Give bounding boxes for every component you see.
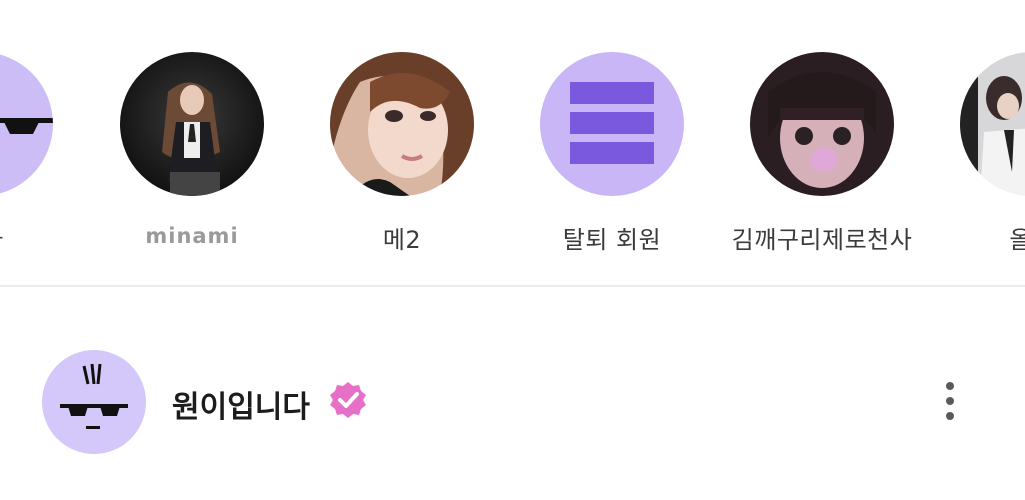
photo-avatar-icon [960, 52, 1025, 196]
story-item-kimkkaeguri[interactable]: 김깨구리제로천사 [732, 52, 912, 254]
story-item-me2[interactable]: 메2 [329, 52, 475, 254]
story-item-minami[interactable]: minami [119, 52, 265, 248]
username[interactable]: 원이입니다 [172, 382, 310, 426]
story-item-nida[interactable]: 니다 [0, 52, 54, 254]
app-screen: 니다 minami [0, 0, 1025, 500]
photo-avatar-icon [750, 52, 894, 196]
story-avatar [120, 52, 264, 196]
story-label: 탈퇴 회원 [562, 226, 662, 254]
story-label: 메2 [382, 226, 422, 254]
story-avatar [540, 52, 684, 196]
verified-badge-icon [330, 382, 366, 418]
photo-avatar-icon [330, 52, 474, 196]
story-label: 김깨구리제로천사 [731, 226, 913, 254]
story-avatar [0, 52, 53, 196]
story-label: 니다 [0, 220, 4, 255]
story-item-deleted-member[interactable]: 탈퇴 회원 [539, 52, 685, 254]
sunglasses-avatar-icon [60, 363, 128, 429]
story-item-olli[interactable]: 올리 [959, 52, 1025, 254]
story-avatar [960, 52, 1025, 196]
story-label: 올리 [1009, 226, 1025, 254]
more-vertical-icon[interactable] [930, 376, 970, 426]
story-avatar [750, 52, 894, 196]
deleted-member-icon [570, 82, 654, 164]
photo-avatar-icon [120, 52, 264, 196]
divider [0, 285, 1025, 287]
avatar[interactable] [42, 350, 146, 454]
story-label: minami [145, 224, 239, 248]
story-avatar [330, 52, 474, 196]
post-header: 원이입니다 [0, 340, 1025, 460]
sunglasses-icon [0, 118, 53, 134]
